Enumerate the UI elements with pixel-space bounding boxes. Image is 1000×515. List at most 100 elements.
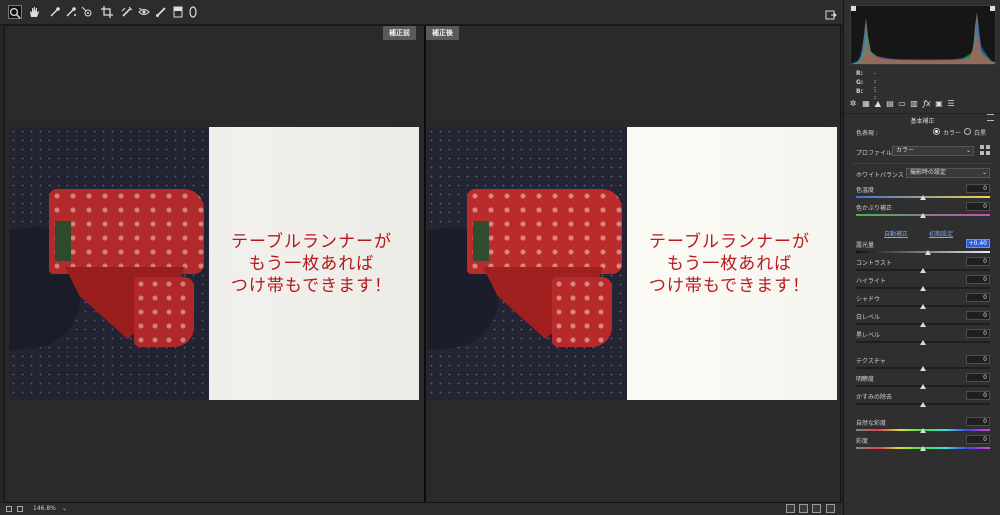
slider-thumb[interactable]: [925, 250, 932, 255]
zoom-in-icon[interactable]: [17, 506, 23, 512]
magnifier-icon[interactable]: [8, 5, 22, 19]
before-label: 補正前: [383, 26, 416, 40]
slider-thumb[interactable]: [920, 304, 926, 309]
slider-track[interactable]: [856, 251, 990, 253]
slider-label: 黒レベル: [856, 332, 881, 339]
camera-raw-window: 補正前 補正後 テーブルランナーが もう一枚あれば つけ帯もできます！ テーブル…: [0, 0, 1000, 515]
slider-value-field[interactable]: 0: [966, 391, 990, 400]
slider-thumb[interactable]: [920, 340, 926, 345]
slider-label: 露光量: [856, 242, 875, 249]
tone-curve-tab-icon[interactable]: ▦: [861, 99, 871, 109]
slider-label: シャドウ: [856, 296, 881, 303]
bw-option-label: 白黒: [974, 130, 987, 137]
slider-value-field[interactable]: 0: [966, 329, 990, 338]
wb-value: 撮影時の設定: [910, 169, 947, 176]
eyedropper-icon[interactable]: [48, 5, 62, 19]
slider-value-field[interactable]: +0.40: [966, 239, 990, 248]
slider-value-field[interactable]: 0: [966, 355, 990, 364]
rgb-readout-r: R: ---: [856, 70, 876, 91]
hand-icon[interactable]: [27, 5, 41, 19]
slider-thumb[interactable]: [920, 195, 926, 200]
slider-thumb[interactable]: [920, 428, 926, 433]
profile-value: カラー: [896, 147, 915, 154]
slider-label: 白レベル: [856, 314, 881, 321]
presets-tab-icon[interactable]: ☰: [946, 99, 956, 109]
slider-label: コントラスト: [856, 260, 892, 267]
color-option-label: カラー: [943, 130, 962, 137]
divider: [852, 163, 993, 164]
default-link[interactable]: 初期設定: [929, 229, 953, 238]
zoom-dropdown-icon[interactable]: ⌄: [62, 503, 67, 515]
photo-caption: テーブルランナーが もう一枚あれば つけ帯もできます！: [648, 232, 811, 296]
zoom-level[interactable]: 146.8%: [33, 503, 56, 515]
rgb-readout-g: G: ---: [856, 79, 876, 100]
slider-thumb[interactable]: [920, 213, 926, 218]
view-options-icon[interactable]: [826, 504, 835, 513]
auto-link[interactable]: 自動補正: [884, 229, 908, 238]
split-divider: [424, 26, 426, 502]
slider-label: 色温度: [856, 187, 875, 194]
slider-thumb[interactable]: [920, 366, 926, 371]
slider-value-field[interactable]: 0: [966, 202, 990, 211]
profile-dropdown[interactable]: カラー ⌄: [892, 146, 974, 156]
obi-lower-pattern: [134, 277, 194, 347]
sampler-icon[interactable]: [64, 5, 78, 19]
slider-value-field[interactable]: 0: [966, 417, 990, 426]
effects-tab-icon[interactable]: ƒx: [922, 99, 932, 109]
slider-value-field[interactable]: 0: [966, 373, 990, 382]
hsl-tab-icon[interactable]: ▤: [885, 99, 895, 109]
chevron-down-icon: ⌄: [965, 147, 971, 154]
top-toolbar: [0, 0, 843, 25]
ellipse-icon[interactable]: [186, 5, 200, 19]
detail-tab-icon[interactable]: ▲: [873, 99, 883, 109]
lens-tab-icon[interactable]: ▥: [909, 99, 919, 109]
slider-value-field[interactable]: 0: [966, 275, 990, 284]
photo-caption: テーブルランナーが もう一枚あれば つけ帯もできます！: [230, 232, 393, 296]
eye-icon[interactable]: [137, 5, 151, 19]
obi-accent: [473, 221, 489, 261]
basic-tab-icon[interactable]: ✲: [848, 99, 858, 109]
zoom-out-icon[interactable]: [6, 506, 12, 512]
brush-heal-icon[interactable]: [120, 5, 134, 19]
exit-fullscreen-icon[interactable]: [825, 6, 837, 20]
slider-thumb[interactable]: [920, 446, 926, 451]
slider-value-field[interactable]: 0: [966, 184, 990, 193]
slider-thumb[interactable]: [920, 384, 926, 389]
crop-icon[interactable]: [100, 5, 114, 19]
slider-thumb[interactable]: [920, 402, 926, 407]
wb-dropdown[interactable]: 撮影時の設定 ⌄: [906, 168, 990, 178]
slider-value-field[interactable]: 0: [966, 293, 990, 302]
slider-value-field[interactable]: 0: [966, 257, 990, 266]
slider-label: ハイライト: [856, 278, 886, 285]
obi-accent: [55, 221, 71, 261]
split-toning-tab-icon[interactable]: ▭: [897, 99, 907, 109]
slider-label: テクスチャ: [856, 358, 886, 365]
color-radio[interactable]: [933, 128, 940, 135]
histogram: [850, 5, 996, 65]
slider-thumb[interactable]: [920, 286, 926, 291]
bw-radio[interactable]: [964, 128, 971, 135]
color-mode-label: 色表現 :: [856, 130, 878, 137]
profile-browser-icon[interactable]: [980, 145, 990, 155]
swap-settings-icon[interactable]: [799, 504, 808, 513]
slider-label: 自然な彩度: [856, 420, 887, 427]
copy-settings-icon[interactable]: [812, 504, 821, 513]
brush-icon[interactable]: [154, 5, 168, 19]
gradient-icon[interactable]: [171, 5, 185, 19]
after-photo: テーブルランナーが もう一枚あれば つけ帯もできます！: [427, 127, 837, 400]
target-icon[interactable]: [80, 5, 94, 19]
obi-lower-pattern: [552, 277, 612, 347]
panel-tabs: ✲ ▦ ▲ ▤ ▭ ▥ ƒx ▣ ☰: [848, 98, 998, 110]
before-after-toggle-icon[interactable]: [786, 504, 795, 513]
slider-label: 色かぶり補正: [856, 205, 893, 212]
before-photo: テーブルランナーが もう一枚あれば つけ帯もできます！: [9, 127, 419, 400]
slider-value-field[interactable]: 0: [966, 311, 990, 320]
b-label: B:: [856, 88, 863, 95]
wb-label: ホワイトバランス :: [856, 172, 908, 179]
panel-menu-icon[interactable]: [987, 114, 994, 121]
calibration-tab-icon[interactable]: ▣: [934, 99, 944, 109]
slider-thumb[interactable]: [920, 322, 926, 327]
preview-canvas: 補正前 補正後 テーブルランナーが もう一枚あれば つけ帯もできます！ テーブル…: [4, 25, 841, 503]
slider-value-field[interactable]: 0: [966, 435, 990, 444]
slider-thumb[interactable]: [920, 268, 926, 273]
